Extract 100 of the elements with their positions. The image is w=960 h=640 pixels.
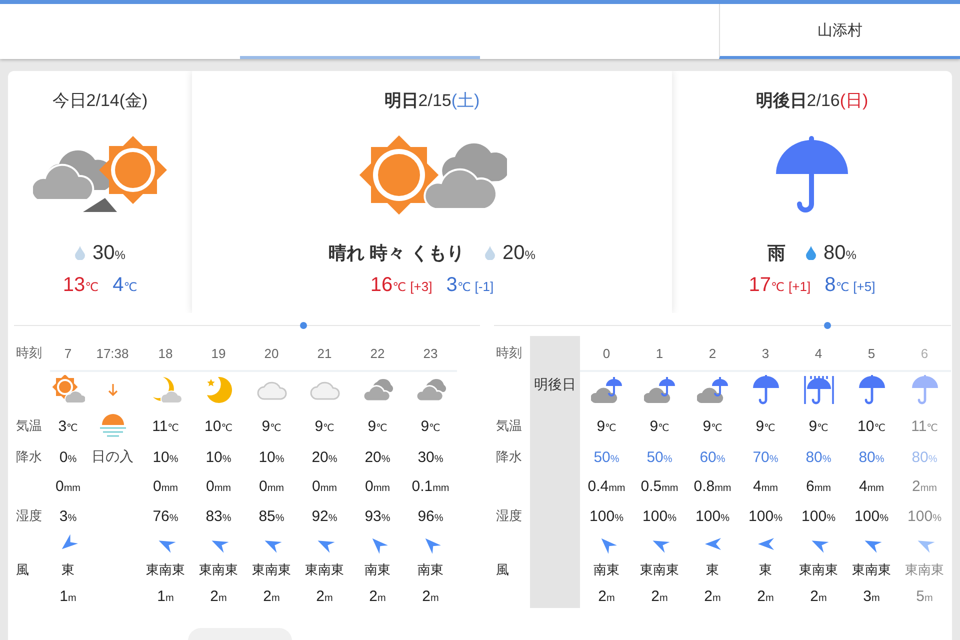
- humidity: 85%: [258, 508, 284, 524]
- temperature: 10℃: [204, 418, 232, 434]
- precipitation-amount: 4mm: [858, 478, 884, 494]
- precipitation-chance: 80%: [912, 448, 938, 466]
- wind-direction: 南東: [594, 561, 620, 579]
- day-label: 明後日: [530, 336, 580, 608]
- temperature: 9℃: [756, 418, 776, 434]
- precipitation-amount: 0mm: [364, 478, 390, 494]
- cloud-icon: [256, 380, 286, 400]
- wind-direction: 東: [706, 561, 719, 579]
- wind-speed: 2m: [810, 588, 827, 604]
- precipitation-chance: 10%: [152, 448, 178, 466]
- precipitation-chance: 80%: [806, 448, 832, 466]
- wind-direction: 東南東: [852, 561, 891, 579]
- umbrella-icon: [752, 375, 780, 405]
- precipitation-amount: 0mm: [55, 478, 80, 494]
- umbrella-icon: [910, 375, 938, 405]
- temperature: 9℃: [420, 418, 440, 434]
- row-label: 風: [16, 561, 29, 579]
- wind-direction: 東: [759, 561, 772, 579]
- hour-label: 19: [211, 346, 226, 360]
- row-label: 時刻: [496, 344, 522, 362]
- cloud-and-umbrella-icon: [644, 376, 676, 404]
- hour-label: 20: [264, 346, 279, 360]
- temperature: 9℃: [314, 418, 334, 434]
- down-arrow-icon: [108, 383, 118, 397]
- temperature: 9℃: [262, 418, 282, 434]
- precipitation-amount: 0.8mm: [694, 478, 732, 494]
- wind-direction: 東南東: [640, 561, 679, 579]
- precipitation-amount: 4mm: [752, 478, 778, 494]
- wind-speed: 3m: [863, 588, 880, 604]
- wind-speed: 2m: [651, 588, 668, 604]
- temperature: 9℃: [808, 418, 828, 434]
- row-label: 気温: [16, 417, 42, 435]
- row-label: 時刻: [16, 344, 42, 362]
- day-title: 今日2/14(金): [52, 90, 148, 112]
- temperature-difference: [-1]: [474, 279, 494, 294]
- precipitation-chance: 20%: [502, 242, 536, 264]
- wind-speed: 2m: [422, 588, 439, 604]
- low-temperature: 8℃: [824, 274, 850, 297]
- precipitation-chance: 70%: [752, 448, 778, 466]
- wind-speed: 2m: [369, 588, 386, 604]
- humidity: 100%: [854, 508, 888, 524]
- wind-direction: 東: [62, 561, 74, 579]
- precipitation-chance: 60%: [700, 448, 726, 466]
- precipitation-amount: 0.1mm: [412, 478, 450, 494]
- row-label: 降水: [496, 448, 522, 466]
- hour-label: 18: [158, 346, 173, 360]
- precipitation-chance: 30%: [418, 448, 444, 466]
- hour-label: 6: [920, 346, 928, 360]
- wind-speed: 2m: [757, 588, 774, 604]
- hour-label: 21: [317, 346, 332, 360]
- wind-direction: 南東: [364, 561, 390, 579]
- humidity: 76%: [152, 508, 178, 524]
- precipitation-chance: 20%: [312, 448, 338, 466]
- temperature-difference: [+1]: [788, 279, 811, 294]
- hour-label: 2: [708, 346, 716, 360]
- hour-label: 17:38: [96, 346, 129, 360]
- sun-and-cloud-icon: [357, 133, 507, 217]
- row-label: 気温: [496, 417, 522, 435]
- hour-label: 22: [370, 346, 385, 360]
- wind-speed: 2m: [598, 588, 615, 604]
- temperature: 9℃: [596, 418, 616, 434]
- wind-speed: 2m: [263, 588, 280, 604]
- low-temperature: 3℃: [446, 274, 471, 297]
- humidity: 100%: [642, 508, 676, 524]
- temperature: 11℃: [911, 418, 938, 434]
- precipitation-chance: 0%: [59, 448, 77, 466]
- temperature: 3℃: [58, 418, 78, 434]
- humidity: 100%: [696, 508, 730, 524]
- temperature: 11℃: [152, 418, 179, 434]
- humidity: 92%: [312, 508, 338, 524]
- precipitation-chance: 20%: [364, 448, 390, 466]
- hour-label: 7: [64, 346, 72, 360]
- humidity: 3%: [59, 508, 77, 524]
- weather-text: 雨: [768, 242, 786, 265]
- precipitation-chance: 10%: [206, 448, 232, 466]
- umbrella-icon: [858, 375, 886, 405]
- precipitation-chance: 50%: [646, 448, 672, 466]
- wind-direction: 東南東: [305, 561, 344, 579]
- umbrella-icon: [774, 136, 850, 214]
- humidity: 100%: [748, 508, 782, 524]
- sun-and-cloud-icon: [51, 375, 85, 405]
- clouds-icon: [416, 378, 446, 402]
- precipitation-chance: 80%: [824, 242, 856, 264]
- temperature: 9℃: [650, 418, 670, 434]
- wind-direction: 東南東: [905, 561, 944, 579]
- precipitation-chance: 80%: [858, 448, 884, 466]
- cloud-and-umbrella-icon: [696, 376, 728, 404]
- wind-direction: 東南東: [146, 561, 185, 579]
- precipitation-amount: 6mm: [806, 478, 831, 494]
- cloud-icon: [310, 380, 340, 400]
- temperature-difference: [+5]: [853, 279, 876, 294]
- low-temperature: 4℃: [112, 274, 138, 297]
- hour-label: 0: [602, 346, 610, 360]
- precipitation-amount: 2mm: [912, 478, 937, 494]
- row-label: 降水: [16, 448, 42, 466]
- hour-label: 3: [762, 346, 770, 360]
- wind-speed: 1m: [60, 588, 76, 604]
- high-temperature: 17℃: [748, 274, 785, 297]
